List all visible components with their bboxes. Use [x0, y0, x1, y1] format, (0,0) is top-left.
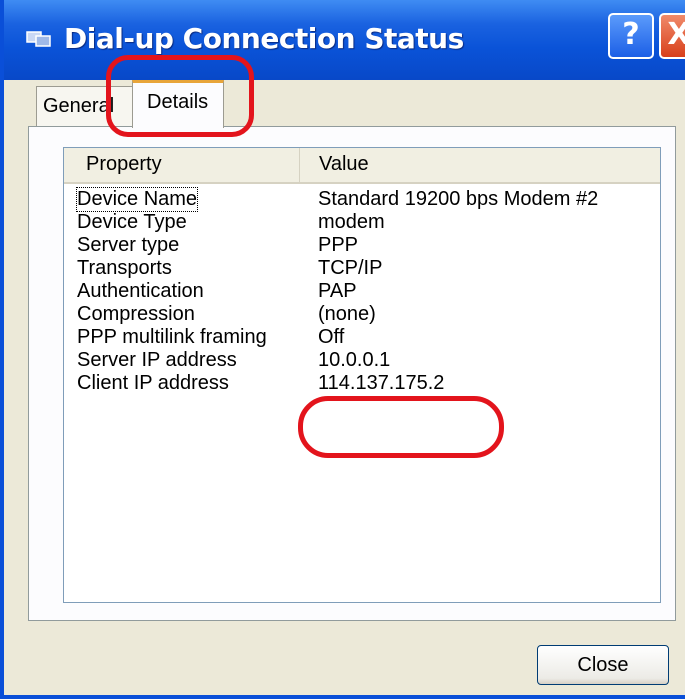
- tab-general-label: General: [43, 95, 115, 117]
- property-cell: Compression: [77, 303, 195, 325]
- table-row[interactable]: Device Type modem: [64, 211, 660, 234]
- table-row[interactable]: Client IP address 114.137.175.2: [64, 372, 660, 395]
- highlight-annotation-details-tab: [106, 55, 254, 137]
- property-cell: Server IP address: [77, 349, 237, 371]
- value-cell: 114.137.175.2: [318, 372, 445, 394]
- value-cell: 10.0.0.1: [318, 349, 391, 371]
- details-list[interactable]: Property Value Device Name Standard 1920…: [63, 147, 661, 603]
- highlight-annotation-client-ip: [298, 396, 504, 458]
- window-title: Dial-up Connection Status: [64, 22, 464, 55]
- column-header-value[interactable]: Value: [301, 148, 660, 182]
- close-button[interactable]: Close: [537, 645, 669, 685]
- table-row[interactable]: Transports TCP/IP: [64, 257, 660, 280]
- help-button[interactable]: ?: [608, 13, 654, 59]
- value-cell: Standard 19200 bps Modem #2: [318, 188, 599, 210]
- property-cell: Device Name: [75, 187, 199, 212]
- value-cell: PPP: [318, 234, 359, 256]
- table-row[interactable]: Authentication PAP: [64, 280, 660, 303]
- table-row[interactable]: Server IP address 10.0.0.1: [64, 349, 660, 372]
- value-cell: TCP/IP: [318, 257, 383, 279]
- dialog-window: Dial-up Connection Status ? X General De…: [0, 0, 685, 699]
- property-cell: Device Type: [77, 211, 187, 233]
- property-cell: Server type: [77, 234, 180, 256]
- table-row[interactable]: Compression (none): [64, 303, 660, 326]
- title-bar[interactable]: Dial-up Connection Status ? X: [4, 0, 685, 80]
- help-icon: ?: [622, 17, 640, 52]
- connection-icon: [26, 31, 51, 47]
- value-cell: Off: [318, 326, 345, 348]
- table-row[interactable]: Device Name Standard 19200 bps Modem #2: [64, 187, 660, 212]
- close-icon: X: [667, 17, 685, 52]
- list-header: Property Value: [64, 148, 660, 184]
- close-window-button[interactable]: X: [659, 13, 685, 59]
- column-header-property[interactable]: Property: [64, 148, 300, 182]
- property-cell: Transports: [77, 257, 172, 279]
- table-row[interactable]: PPP multilink framing Off: [64, 326, 660, 349]
- list-rows: Device Name Standard 19200 bps Modem #2 …: [64, 187, 660, 395]
- property-cell: Client IP address: [77, 372, 229, 394]
- value-cell: PAP: [318, 280, 357, 302]
- property-cell: Authentication: [77, 280, 204, 302]
- value-cell: modem: [318, 211, 385, 233]
- table-row[interactable]: Server type PPP: [64, 234, 660, 257]
- value-cell: (none): [318, 303, 376, 325]
- property-cell: PPP multilink framing: [77, 326, 267, 348]
